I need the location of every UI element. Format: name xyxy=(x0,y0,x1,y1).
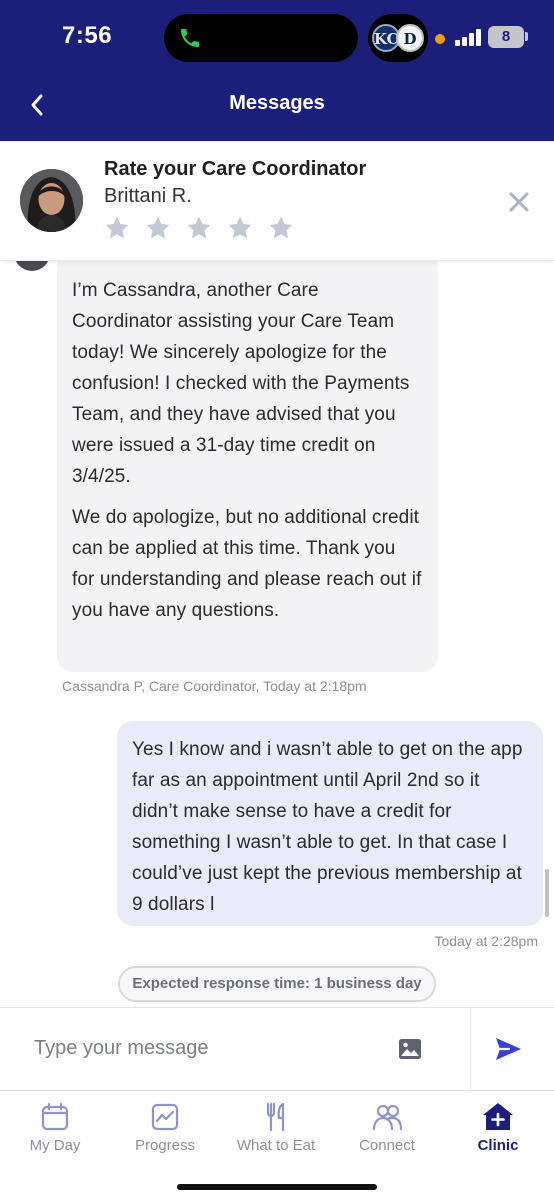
message-composer xyxy=(0,1007,554,1091)
star-4-icon[interactable] xyxy=(227,215,253,241)
tab-what-to-eat[interactable]: What to Eat xyxy=(221,1091,331,1171)
tab-clinic[interactable]: Clinic xyxy=(443,1091,553,1171)
rate-card-title: Rate your Care Coordinator xyxy=(104,158,367,180)
tab-label: Progress xyxy=(134,1137,196,1154)
privacy-indicator-dot xyxy=(435,34,445,44)
top-header: 7:56 KC D 8 Messages xyxy=(0,0,554,141)
outgoing-message-timestamp: Today at 2:28pm xyxy=(434,933,538,949)
tab-label: Clinic xyxy=(477,1137,519,1154)
message-text: Yes I know and i wasn’t able to get on t… xyxy=(132,739,523,915)
status-time: 7:56 xyxy=(62,22,113,49)
star-3-icon[interactable] xyxy=(186,215,212,241)
message-paragraph: I’m Cassandra, another Care Coordinator … xyxy=(72,280,410,487)
page-title: Messages xyxy=(229,92,325,114)
send-icon[interactable] xyxy=(493,1034,523,1064)
composer-divider xyxy=(470,1008,471,1091)
chart-icon xyxy=(151,1103,179,1131)
message-timestamp: Today at 2:18pm xyxy=(263,678,367,694)
dynamic-island[interactable] xyxy=(164,14,358,62)
incoming-message-meta: Cassandra P, Care Coordinator, Today at … xyxy=(62,678,367,694)
phone-icon xyxy=(181,29,199,47)
calendar-icon xyxy=(41,1102,69,1131)
tab-my-day[interactable]: My Day xyxy=(0,1091,110,1171)
response-time-badge: Expected response time: 1 business day xyxy=(118,966,436,1002)
team-logo-d: D xyxy=(396,24,424,52)
clinic-icon xyxy=(483,1103,513,1130)
rate-coordinator-card: Rate your Care Coordinator Brittani R. xyxy=(0,141,554,261)
team-logo-d-text: D xyxy=(403,30,417,48)
people-icon xyxy=(372,1104,403,1131)
star-1-icon[interactable] xyxy=(104,215,130,241)
tab-connect[interactable]: Connect xyxy=(332,1091,442,1171)
incoming-message-bubble[interactable]: I’m Cassandra, another Care Coordinator … xyxy=(57,261,438,672)
coordinator-avatar xyxy=(20,169,83,232)
star-rating xyxy=(104,215,294,241)
chat-scrollbar[interactable] xyxy=(545,869,549,917)
battery-level: 8 xyxy=(501,28,511,45)
message-sender: Cassandra P, Care Coordinator, xyxy=(62,678,260,694)
tab-progress[interactable]: Progress xyxy=(110,1091,220,1171)
team-logo-kc-text: KC xyxy=(374,30,399,48)
tab-label: What to Eat xyxy=(236,1137,316,1154)
sender-avatar xyxy=(14,261,50,271)
utensils-icon xyxy=(266,1102,285,1132)
star-2-icon[interactable] xyxy=(145,215,171,241)
message-input[interactable] xyxy=(20,1022,380,1074)
image-icon[interactable] xyxy=(398,1038,422,1060)
battery-cap xyxy=(525,32,528,41)
message-thread[interactable]: I’m Cassandra, another Care Coordinator … xyxy=(0,261,554,1007)
tab-label: My Day xyxy=(29,1137,81,1154)
bottom-tab-bar: My Day Progress What to Eat Connect Clin… xyxy=(0,1090,554,1200)
tab-label: Connect xyxy=(359,1137,415,1154)
message-paragraph: We do apologize, but no additional credi… xyxy=(72,507,422,621)
home-indicator[interactable] xyxy=(177,1184,377,1190)
live-activity-scores[interactable]: KC D xyxy=(368,14,428,62)
close-icon[interactable] xyxy=(508,191,530,213)
outgoing-message-bubble[interactable]: Yes I know and i wasn’t able to get on t… xyxy=(117,721,543,926)
cellular-signal-icon xyxy=(455,28,483,46)
coordinator-name: Brittani R. xyxy=(104,185,192,207)
battery-icon: 8 xyxy=(488,26,524,48)
star-5-icon[interactable] xyxy=(268,215,294,241)
